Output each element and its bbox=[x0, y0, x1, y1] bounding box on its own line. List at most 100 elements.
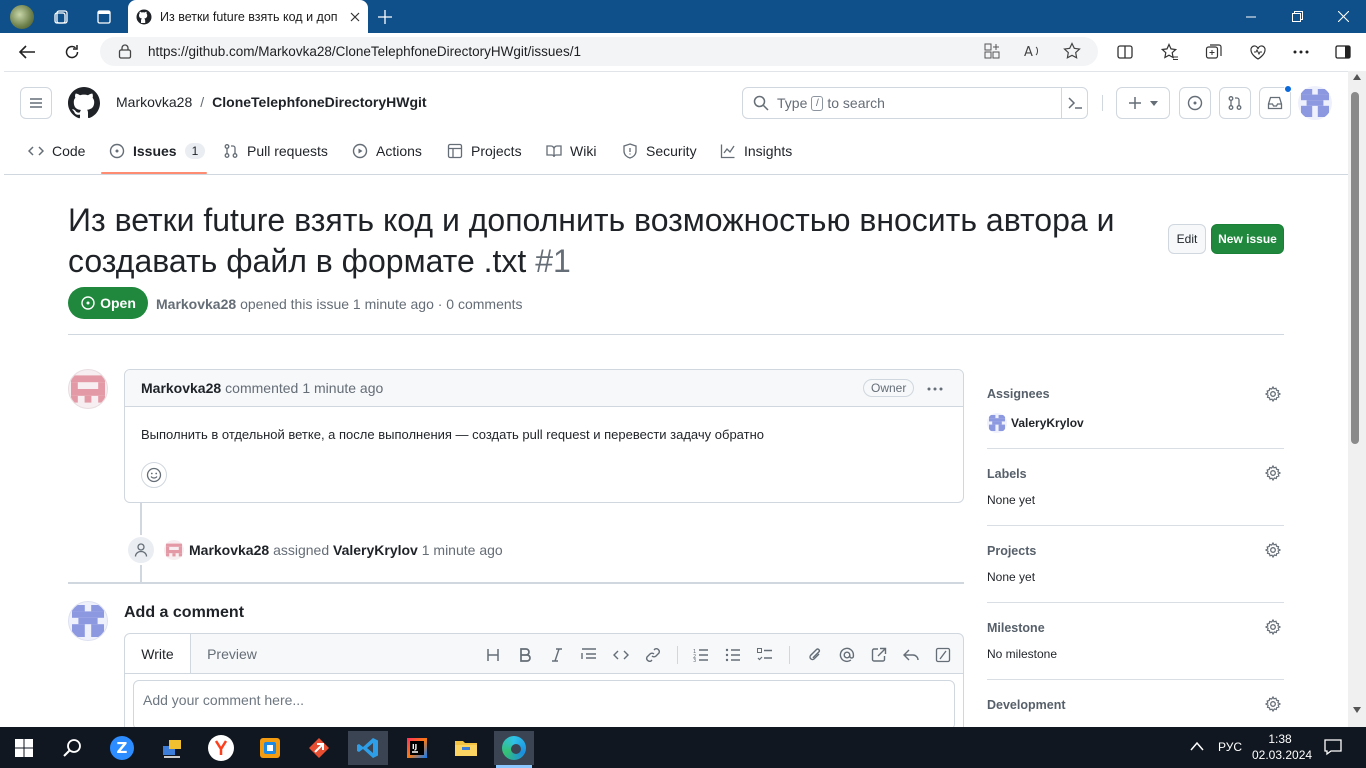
network-app-icon[interactable] bbox=[152, 731, 192, 765]
cross-reference-icon[interactable] bbox=[869, 645, 889, 665]
split-screen-icon[interactable] bbox=[1110, 38, 1140, 66]
assignees-gear-icon[interactable] bbox=[1265, 386, 1281, 402]
add-reaction-icon[interactable] bbox=[141, 462, 167, 488]
tab-preview[interactable]: Preview bbox=[191, 634, 273, 674]
input-language[interactable]: РУС bbox=[1218, 740, 1242, 754]
pull-requests-icon[interactable] bbox=[1219, 87, 1251, 119]
tab-write[interactable]: Write bbox=[125, 634, 191, 674]
title-divider bbox=[68, 334, 1284, 335]
new-tab-icon[interactable] bbox=[371, 4, 399, 30]
git-app-icon[interactable] bbox=[299, 731, 339, 765]
windows-start-icon[interactable] bbox=[4, 731, 44, 765]
italic-icon[interactable] bbox=[547, 645, 567, 665]
back-icon[interactable] bbox=[12, 38, 42, 66]
heading-icon[interactable] bbox=[483, 645, 503, 665]
user-avatar[interactable] bbox=[1298, 86, 1332, 120]
command-palette-icon[interactable] bbox=[1067, 95, 1083, 111]
read-aloud-icon[interactable]: A bbox=[1024, 43, 1042, 59]
scroll-down-icon[interactable] bbox=[1353, 707, 1361, 713]
favorites-icon[interactable] bbox=[1155, 38, 1185, 66]
lock-icon[interactable] bbox=[118, 44, 132, 59]
mention-icon[interactable] bbox=[837, 645, 857, 665]
sidebar-toggle-icon[interactable] bbox=[1328, 38, 1358, 66]
tab-pull-requests-label: Pull requests bbox=[247, 143, 328, 159]
comment-time[interactable]: 1 minute ago bbox=[302, 380, 383, 396]
comment-textarea[interactable]: Add your comment here... bbox=[133, 680, 955, 727]
event-target[interactable]: ValeryKrylov bbox=[333, 542, 418, 558]
browser-tab-active[interactable]: Из ветки future взять код и доп bbox=[128, 0, 368, 33]
edge-browser-icon[interactable] bbox=[494, 731, 534, 765]
favorite-star-icon[interactable] bbox=[1063, 42, 1081, 60]
tab-insights[interactable]: Insights bbox=[720, 138, 792, 164]
more-menu-icon[interactable] bbox=[1286, 38, 1316, 66]
slash-commands-icon[interactable] bbox=[933, 645, 953, 665]
close-window-icon[interactable] bbox=[1320, 0, 1366, 33]
intellij-icon[interactable]: IJ bbox=[397, 731, 437, 765]
ordered-list-icon[interactable]: 123 bbox=[691, 645, 711, 665]
taskbar-clock[interactable]: 1:38 02.03.2024 bbox=[1252, 731, 1312, 763]
comment-author-avatar[interactable] bbox=[68, 369, 108, 409]
comment-author[interactable]: Markovka28 bbox=[141, 380, 221, 396]
vm-app-icon[interactable] bbox=[250, 731, 290, 765]
profile-avatar-icon[interactable] bbox=[8, 4, 36, 30]
quote-icon[interactable] bbox=[579, 645, 599, 665]
tab-issues[interactable]: Issues 1 bbox=[109, 138, 206, 164]
collections-icon[interactable] bbox=[1199, 38, 1229, 66]
breadcrumb-repo[interactable]: CloneTelephfoneDirectoryHWgit bbox=[212, 94, 426, 110]
minimize-icon[interactable] bbox=[1228, 0, 1274, 33]
bold-icon[interactable] bbox=[515, 645, 535, 665]
file-explorer-icon[interactable] bbox=[446, 731, 486, 765]
new-issue-button[interactable]: New issue bbox=[1211, 224, 1284, 254]
zoom-app-icon[interactable]: Z bbox=[102, 731, 142, 765]
show-hidden-icons-icon[interactable] bbox=[1190, 741, 1204, 751]
yandex-browser-icon[interactable] bbox=[201, 731, 241, 765]
vscode-icon[interactable] bbox=[348, 731, 388, 765]
taskbar-search-icon[interactable] bbox=[52, 731, 92, 765]
tab-wiki[interactable]: Wiki bbox=[546, 138, 596, 164]
tab-actions[interactable]: Actions bbox=[352, 138, 422, 164]
tab-security[interactable]: Security bbox=[622, 138, 697, 164]
event-time[interactable]: 1 minute ago bbox=[422, 542, 503, 558]
labels-gear-icon[interactable] bbox=[1265, 465, 1281, 481]
link-icon[interactable] bbox=[643, 645, 663, 665]
issue-author[interactable]: Markovka28 bbox=[156, 296, 236, 312]
assignee-avatar[interactable] bbox=[987, 413, 1007, 433]
tab-projects[interactable]: Projects bbox=[447, 138, 522, 164]
workspaces-icon[interactable] bbox=[48, 4, 76, 30]
reply-icon[interactable] bbox=[901, 645, 921, 665]
search-input[interactable]: Type / to search bbox=[742, 87, 1088, 119]
code-icon bbox=[28, 143, 52, 159]
create-new-button[interactable] bbox=[1116, 87, 1170, 119]
notifications-icon[interactable] bbox=[1324, 738, 1342, 756]
code-format-icon[interactable] bbox=[611, 645, 631, 665]
scrollbar-thumb[interactable] bbox=[1351, 92, 1359, 444]
github-logo-icon[interactable] bbox=[68, 87, 100, 119]
breadcrumb-owner[interactable]: Markovka28 bbox=[116, 94, 192, 110]
attach-file-icon[interactable] bbox=[805, 645, 825, 665]
current-user-avatar[interactable] bbox=[68, 601, 108, 641]
kebab-menu-icon[interactable] bbox=[927, 387, 943, 391]
event-actor-avatar[interactable] bbox=[164, 540, 184, 560]
scroll-up-icon[interactable] bbox=[1353, 74, 1361, 80]
restore-icon[interactable] bbox=[1274, 0, 1320, 33]
hamburger-menu-icon[interactable] bbox=[20, 87, 52, 119]
assignee-name[interactable]: ValeryKrylov bbox=[1011, 416, 1084, 430]
app-available-icon[interactable] bbox=[984, 43, 1000, 59]
table-icon bbox=[447, 143, 471, 159]
tab-actions-icon[interactable] bbox=[90, 4, 118, 30]
milestone-gear-icon[interactable] bbox=[1265, 619, 1281, 635]
unordered-list-icon[interactable] bbox=[723, 645, 743, 665]
address-bar[interactable]: https://github.com/Markovka28/CloneTelep… bbox=[100, 37, 1098, 66]
event-actor[interactable]: Markovka28 bbox=[189, 542, 269, 558]
tab-close-icon[interactable] bbox=[350, 12, 360, 22]
issues-icon[interactable] bbox=[1179, 87, 1211, 119]
refresh-icon[interactable] bbox=[57, 38, 87, 66]
tab-pull-requests[interactable]: Pull requests bbox=[223, 138, 328, 164]
svg-text:3: 3 bbox=[693, 658, 696, 662]
projects-gear-icon[interactable] bbox=[1265, 542, 1281, 558]
browser-essentials-icon[interactable] bbox=[1243, 38, 1273, 66]
development-gear-icon[interactable] bbox=[1265, 696, 1281, 712]
task-list-icon[interactable] bbox=[755, 645, 775, 665]
tab-code[interactable]: Code bbox=[28, 138, 85, 164]
edit-button[interactable]: Edit bbox=[1168, 224, 1206, 254]
